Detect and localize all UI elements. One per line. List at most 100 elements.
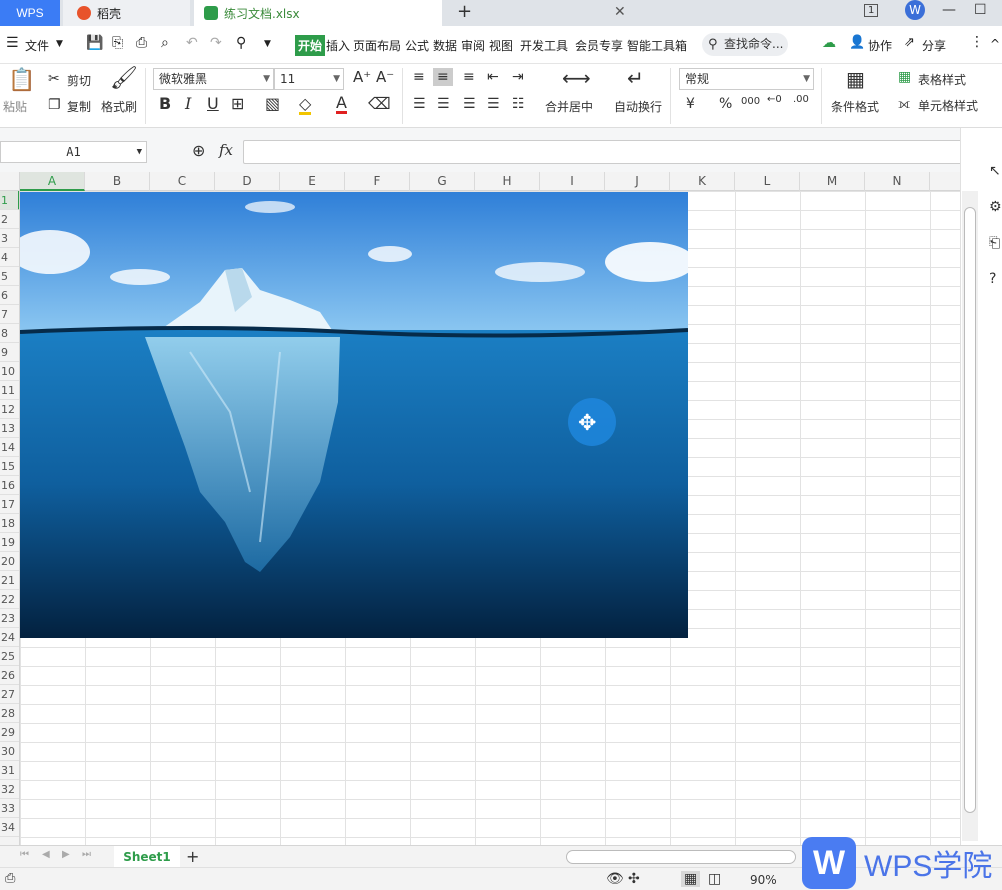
row-header[interactable]: 15 (0, 457, 19, 476)
horizontal-scrollbar[interactable] (566, 850, 796, 864)
save-icon[interactable]: 💾 (86, 35, 103, 51)
prev-sheet-icon[interactable]: ◀ (42, 850, 50, 860)
align-top-icon[interactable]: ≡ (413, 70, 425, 84)
menu-review[interactable]: 审阅 (461, 37, 485, 54)
table-style-button[interactable]: 表格样式 (918, 71, 966, 88)
row-header[interactable]: 27 (0, 685, 19, 704)
merge-center-button[interactable]: 合并居中 (545, 98, 593, 115)
hamburger-menu-icon[interactable]: ☰ (6, 35, 19, 51)
inserted-picture[interactable]: ✥ (20, 192, 688, 638)
row-header[interactable]: 25 (0, 647, 19, 666)
cloud-sync-icon[interactable]: ☁ (822, 35, 836, 51)
align-middle-icon[interactable]: ≡ (433, 68, 453, 86)
align-left-icon[interactable]: ☰ (413, 97, 426, 111)
column-header[interactable]: B (85, 172, 150, 191)
increase-font-icon[interactable]: A⁺ (353, 70, 371, 85)
menu-formulas[interactable]: 公式 (405, 37, 429, 54)
row-header[interactable]: 20 (0, 552, 19, 571)
row-header[interactable]: 30 (0, 742, 19, 761)
column-header[interactable]: J (605, 172, 670, 191)
menu-page-layout[interactable]: 页面布局 (353, 37, 401, 54)
properties-icon[interactable]: ⚙ (989, 200, 1002, 214)
scrollbar-thumb[interactable] (964, 207, 976, 813)
row-header[interactable]: 3 (0, 229, 19, 248)
command-search-input[interactable]: ⚲ 查找命令... (702, 33, 788, 56)
eye-protection-icon[interactable]: 👁 (606, 872, 624, 886)
column-header[interactable]: G (410, 172, 475, 191)
row-header[interactable]: 32 (0, 780, 19, 799)
row-header[interactable]: 21 (0, 571, 19, 590)
bold-button[interactable]: B (159, 96, 171, 112)
font-color-icon[interactable]: A (336, 95, 347, 114)
row-header[interactable]: 12 (0, 400, 19, 419)
decrease-font-icon[interactable]: A⁻ (376, 70, 394, 85)
align-right-icon[interactable]: ☰ (463, 97, 476, 111)
increase-decimal-icon[interactable]: ←0 (767, 95, 782, 105)
backup-icon[interactable]: ⎗ (989, 236, 1000, 250)
menu-smart-tools[interactable]: 智能工具箱 (627, 37, 687, 54)
increase-indent-icon[interactable]: ⇥ (512, 70, 524, 84)
paste-button[interactable]: 粘贴 (3, 98, 27, 115)
column-header[interactable]: M (800, 172, 865, 191)
clear-format-icon[interactable]: ⌫ (368, 96, 391, 112)
cell-style-button[interactable]: 单元格样式 (918, 97, 978, 114)
row-header[interactable]: 18 (0, 514, 19, 533)
select-all-corner[interactable] (0, 172, 20, 191)
column-header[interactable]: H (475, 172, 540, 191)
row-header[interactable]: 22 (0, 590, 19, 609)
more-options-icon[interactable]: ⋮ (970, 34, 984, 50)
row-header[interactable]: 33 (0, 799, 19, 818)
help-icon[interactable]: ? (989, 272, 996, 286)
fill-color-icon[interactable]: ◇ (299, 96, 312, 115)
share-button[interactable]: 分享 (922, 37, 946, 54)
underline-button[interactable]: U (207, 96, 219, 112)
font-name-select[interactable]: 微软雅黑 ▼ (153, 68, 274, 90)
menu-insert[interactable]: 插入 (326, 37, 350, 54)
last-sheet-icon[interactable]: ⏭ (82, 850, 91, 860)
new-tab-button[interactable]: + (457, 1, 472, 22)
column-header[interactable]: N (865, 172, 930, 191)
row-header[interactable]: 34 (0, 818, 19, 837)
column-header[interactable]: C (150, 172, 215, 191)
align-bottom-icon[interactable]: ≡ (463, 70, 475, 84)
format-painter-button[interactable]: 格式刷 (101, 98, 137, 115)
print-icon[interactable]: ⎙ (136, 35, 147, 51)
row-header[interactable]: 8 (0, 324, 19, 343)
borders-icon[interactable]: ⊞ (231, 96, 244, 112)
row-header[interactable]: 24 (0, 628, 19, 647)
chevron-down-icon[interactable]: ▼ (56, 39, 63, 49)
export-icon[interactable]: ⎘ (112, 35, 123, 51)
cut-button[interactable]: 剪切 (67, 72, 91, 89)
row-header[interactable]: 10 (0, 362, 19, 381)
paste-icon[interactable]: 📋 (8, 70, 35, 92)
column-header[interactable]: K (670, 172, 735, 191)
row-header[interactable]: 14 (0, 438, 19, 457)
tab-workbook[interactable]: 练习文档.xlsx ✕ (194, 0, 626, 26)
menu-developer[interactable]: 开发工具 (520, 37, 568, 54)
next-sheet-icon[interactable]: ▶ (62, 850, 70, 860)
currency-button[interactable]: ¥ (686, 97, 695, 111)
menu-view[interactable]: 视图 (489, 37, 513, 54)
row-header[interactable]: 1 (0, 191, 19, 210)
row-header[interactable]: 19 (0, 533, 19, 552)
decrease-indent-icon[interactable]: ⇤ (487, 70, 499, 84)
row-header[interactable]: 7 (0, 305, 19, 324)
row-header[interactable]: 11 (0, 381, 19, 400)
column-header[interactable]: A (20, 172, 85, 191)
add-sheet-button[interactable]: + (186, 849, 199, 865)
collaborate-icon[interactable]: 👤 (849, 35, 865, 50)
tab-daoke[interactable]: 稻壳 (63, 0, 190, 26)
menu-data[interactable]: 数据 (433, 37, 457, 54)
row-header[interactable]: 17 (0, 495, 19, 514)
menu-file[interactable]: 文件 (25, 37, 49, 54)
row-header[interactable]: 5 (0, 267, 19, 286)
row-header[interactable]: 2 (0, 210, 19, 229)
first-sheet-icon[interactable]: ⏮ (20, 850, 29, 860)
copy-button[interactable]: 复制 (67, 98, 91, 115)
undo-icon[interactable]: ↶ (186, 35, 198, 51)
vertical-scrollbar[interactable] (962, 191, 978, 841)
row-header[interactable]: 6 (0, 286, 19, 305)
collapse-ribbon-icon[interactable]: ^ (990, 37, 1000, 51)
window-mode-icon[interactable]: 1 (864, 4, 879, 17)
row-header[interactable]: 9 (0, 343, 19, 362)
